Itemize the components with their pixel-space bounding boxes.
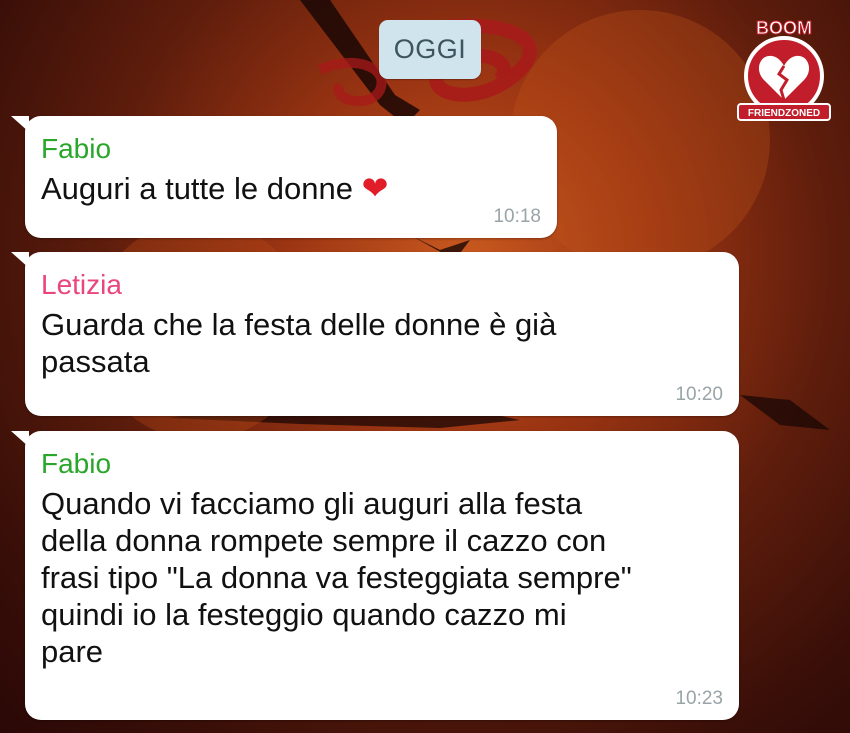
message-text-line: della donna rompete sempre il cazzo con	[41, 523, 607, 558]
message-text-line: Guarda che la festa delle donne è già	[41, 307, 557, 342]
message-time: 10:20	[675, 384, 723, 405]
message-bubble[interactable]: Fabio Quando vi facciamo gli auguri alla…	[11, 431, 739, 720]
message-time: 10:23	[675, 688, 723, 709]
message-text-line: pare	[41, 634, 104, 669]
message-text: Guarda che la festa delle donne è già pa…	[41, 306, 721, 380]
date-separator: OGGI	[379, 20, 481, 79]
message-text-body: Auguri a tutte le donne	[41, 171, 353, 206]
sender-name[interactable]: Fabio	[41, 132, 539, 166]
message-bubble[interactable]: Letizia Guarda che la festa delle donne …	[11, 252, 739, 416]
watermark-bottom-text: FRIENDZONED	[748, 108, 820, 119]
message-text-line: Quando vi facciamo gli auguri alla festa	[41, 486, 583, 521]
message-text-line: passata	[41, 344, 150, 379]
watermark-top-text: BOOM	[756, 18, 812, 38]
sender-name[interactable]: Fabio	[41, 447, 721, 481]
message-text-line: frasi tipo "La donna va festeggiata semp…	[41, 560, 632, 595]
message-bubble[interactable]: Fabio Auguri a tutte le donne ❤ 10:18	[11, 116, 557, 238]
sender-name[interactable]: Letizia	[41, 268, 721, 302]
message-time: 10:18	[493, 206, 541, 227]
message-text: Quando vi facciamo gli auguri alla festa…	[41, 485, 721, 670]
heart-emoji-icon: ❤	[361, 169, 389, 207]
message-text-line: quindi io la festeggio quando cazzo mi	[41, 597, 567, 632]
message-text: Auguri a tutte le donne ❤	[41, 170, 539, 207]
broken-heart-icon: FRIENDZONED BOOM	[737, 18, 831, 121]
